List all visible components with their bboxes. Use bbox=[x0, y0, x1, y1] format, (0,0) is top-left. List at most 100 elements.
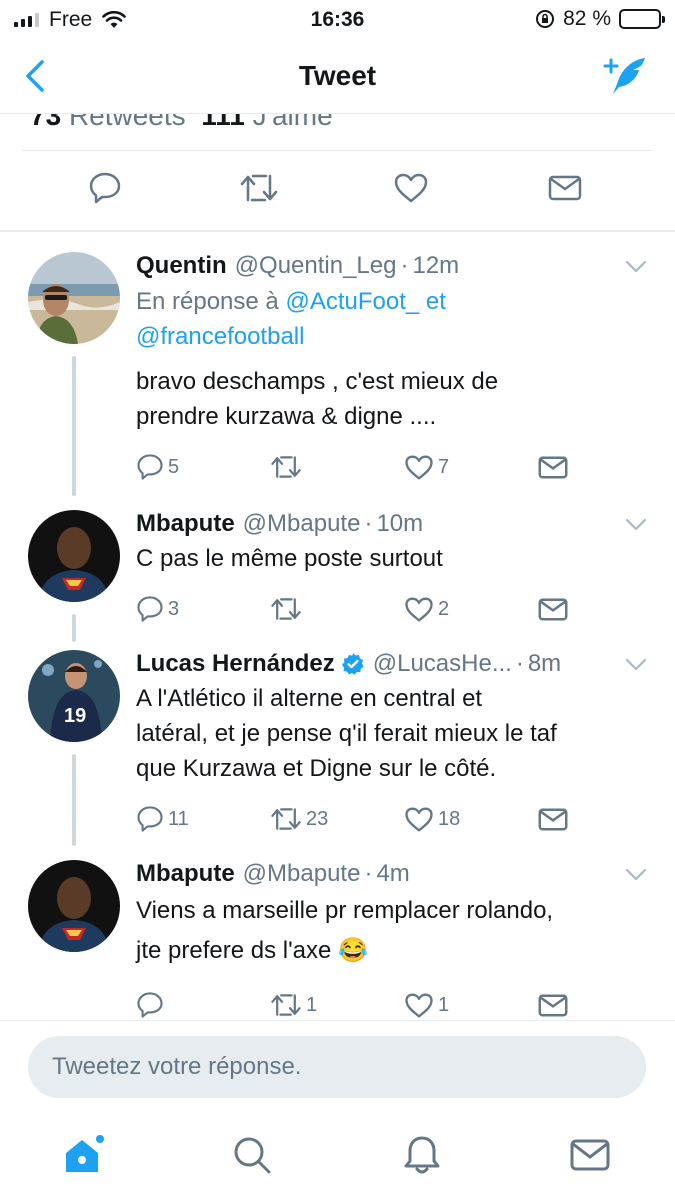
thread-line bbox=[72, 614, 76, 642]
reply-icon bbox=[137, 806, 163, 832]
battery-percent: 82 % bbox=[563, 7, 611, 30]
chevron-down-icon[interactable] bbox=[625, 260, 647, 274]
tweet-actions: 1 1 bbox=[136, 990, 646, 1022]
retweet-icon[interactable] bbox=[234, 163, 284, 213]
like-icon bbox=[405, 455, 433, 480]
tab-bar bbox=[0, 1123, 675, 1183]
like-button[interactable]: 2 bbox=[404, 594, 449, 624]
compose-tweet-icon[interactable] bbox=[601, 54, 649, 98]
reply-button[interactable] bbox=[136, 990, 168, 1020]
reply-context-and[interactable]: et bbox=[426, 288, 446, 315]
display-name[interactable]: Quentin bbox=[136, 252, 227, 280]
message-button[interactable] bbox=[538, 452, 568, 482]
chevron-down-icon[interactable] bbox=[625, 868, 647, 882]
user-handle[interactable]: @LucasHe... bbox=[373, 650, 512, 678]
tab-notifications[interactable] bbox=[400, 1133, 444, 1177]
tweet-text-line: jte prefere ds l'axe 😂 bbox=[136, 937, 368, 964]
message-button[interactable] bbox=[538, 804, 568, 834]
page-title: Tweet bbox=[298, 60, 377, 91]
tweet-text: C pas le même poste surtout bbox=[136, 541, 655, 576]
like-count: 1 bbox=[438, 993, 450, 1016]
retweet-count: 23 bbox=[306, 807, 329, 830]
tweet-actions: 11 23 18 bbox=[136, 804, 646, 836]
tab-home[interactable] bbox=[62, 1133, 106, 1177]
reply-input-placeholder: Tweetez votre réponse. bbox=[52, 1053, 302, 1080]
display-name[interactable]: Lucas Hernández bbox=[136, 650, 335, 678]
rotation-lock-icon bbox=[536, 10, 555, 28]
mention-link[interactable]: @francefootball bbox=[136, 323, 304, 350]
mention-link[interactable]: @ActuFoot_ bbox=[285, 288, 419, 315]
battery-icon bbox=[619, 9, 665, 29]
tweet-text: bravo deschamps , c'est mieux de prendre… bbox=[136, 364, 655, 434]
reply-count: 11 bbox=[168, 807, 189, 830]
timestamp: 12m bbox=[412, 252, 460, 279]
like-icon bbox=[405, 807, 433, 831]
retweet-button[interactable]: 23 bbox=[270, 804, 328, 834]
navigation-bar: Tweet bbox=[0, 38, 675, 114]
like-button[interactable]: 7 bbox=[404, 452, 449, 482]
user-handle[interactable]: @Mbapute bbox=[243, 860, 361, 888]
display-name[interactable]: Mbapute bbox=[136, 860, 235, 888]
retweet-button[interactable] bbox=[270, 452, 306, 482]
home-icon bbox=[66, 1135, 104, 1172]
retweet-icon bbox=[271, 598, 301, 620]
retweet-icon bbox=[271, 808, 301, 830]
message-icon[interactable] bbox=[540, 163, 590, 213]
reply-icon bbox=[137, 596, 163, 622]
chevron-down-icon[interactable] bbox=[625, 658, 647, 672]
message-button[interactable] bbox=[538, 990, 568, 1020]
tweet-text-line: Viens a marseille pr remplacer rolando, bbox=[136, 897, 554, 924]
like-button[interactable]: 18 bbox=[404, 804, 460, 834]
timestamp: 8m bbox=[527, 650, 562, 677]
notifications-icon bbox=[404, 1136, 440, 1174]
reply-button[interactable]: 5 bbox=[136, 452, 179, 482]
reply-header: Mbapute @Mbapute · 10m bbox=[136, 510, 625, 538]
tweet-text-line: bravo deschamps , c'est mieux de bbox=[136, 368, 499, 395]
verified-badge-icon bbox=[341, 653, 364, 675]
reply-header: Mbapute @Mbapute · 4m bbox=[136, 860, 625, 888]
avatar[interactable] bbox=[28, 510, 120, 602]
tweet-text: Viens a marseille pr remplacer rolando, … bbox=[136, 891, 655, 971]
retweet-button[interactable]: 1 bbox=[270, 990, 317, 1020]
thread-line bbox=[72, 356, 76, 496]
tab-search[interactable] bbox=[230, 1133, 274, 1177]
retweet-icon bbox=[271, 456, 301, 478]
reply-icon[interactable] bbox=[80, 163, 130, 213]
tweet-text: A l'Atlético il alterne en central et la… bbox=[136, 681, 655, 786]
svg-text:19: 19 bbox=[64, 705, 86, 727]
like-icon[interactable] bbox=[386, 163, 436, 213]
reply-icon bbox=[137, 454, 163, 480]
tab-messages[interactable] bbox=[568, 1133, 612, 1177]
separator-dot: · bbox=[364, 510, 373, 537]
reply-header: Lucas Hernández @LucasHe... · 8m bbox=[136, 650, 625, 678]
reply-count: 5 bbox=[168, 455, 180, 478]
retweet-count: 1 bbox=[306, 993, 318, 1016]
avatar[interactable] bbox=[28, 860, 120, 952]
tweet-actions: 3 2 bbox=[136, 594, 646, 626]
like-icon bbox=[405, 597, 433, 621]
reply-button[interactable]: 3 bbox=[136, 594, 179, 624]
retweet-button[interactable] bbox=[270, 594, 306, 624]
separator-dot: · bbox=[515, 650, 524, 677]
tweet-actions: 5 7 bbox=[136, 452, 646, 484]
reply-input[interactable]: Tweetez votre réponse. bbox=[28, 1036, 646, 1098]
user-handle[interactable]: @Quentin_Leg bbox=[235, 252, 397, 280]
message-button[interactable] bbox=[538, 594, 568, 624]
tweet-text-line: A l'Atlético il alterne en central et bbox=[136, 685, 483, 712]
like-button[interactable]: 1 bbox=[404, 990, 449, 1020]
avatar[interactable]: 19 bbox=[28, 650, 120, 742]
messages-icon bbox=[570, 1139, 610, 1171]
reply-button[interactable]: 11 bbox=[136, 804, 189, 834]
message-icon bbox=[538, 598, 568, 620]
reply-context-prefix: En réponse à bbox=[136, 288, 279, 315]
user-handle[interactable]: @Mbapute bbox=[243, 510, 361, 538]
status-bar: Free 16:36 82 % bbox=[0, 0, 675, 38]
display-name[interactable]: Mbapute bbox=[136, 510, 235, 538]
avatar[interactable] bbox=[28, 252, 120, 344]
timestamp: 4m bbox=[376, 860, 410, 887]
retweet-icon bbox=[271, 994, 301, 1016]
reply-icon bbox=[137, 992, 163, 1018]
tweet-text-line: C pas le même poste surtout bbox=[136, 545, 443, 572]
search-icon bbox=[234, 1137, 271, 1174]
chevron-down-icon[interactable] bbox=[625, 518, 647, 532]
